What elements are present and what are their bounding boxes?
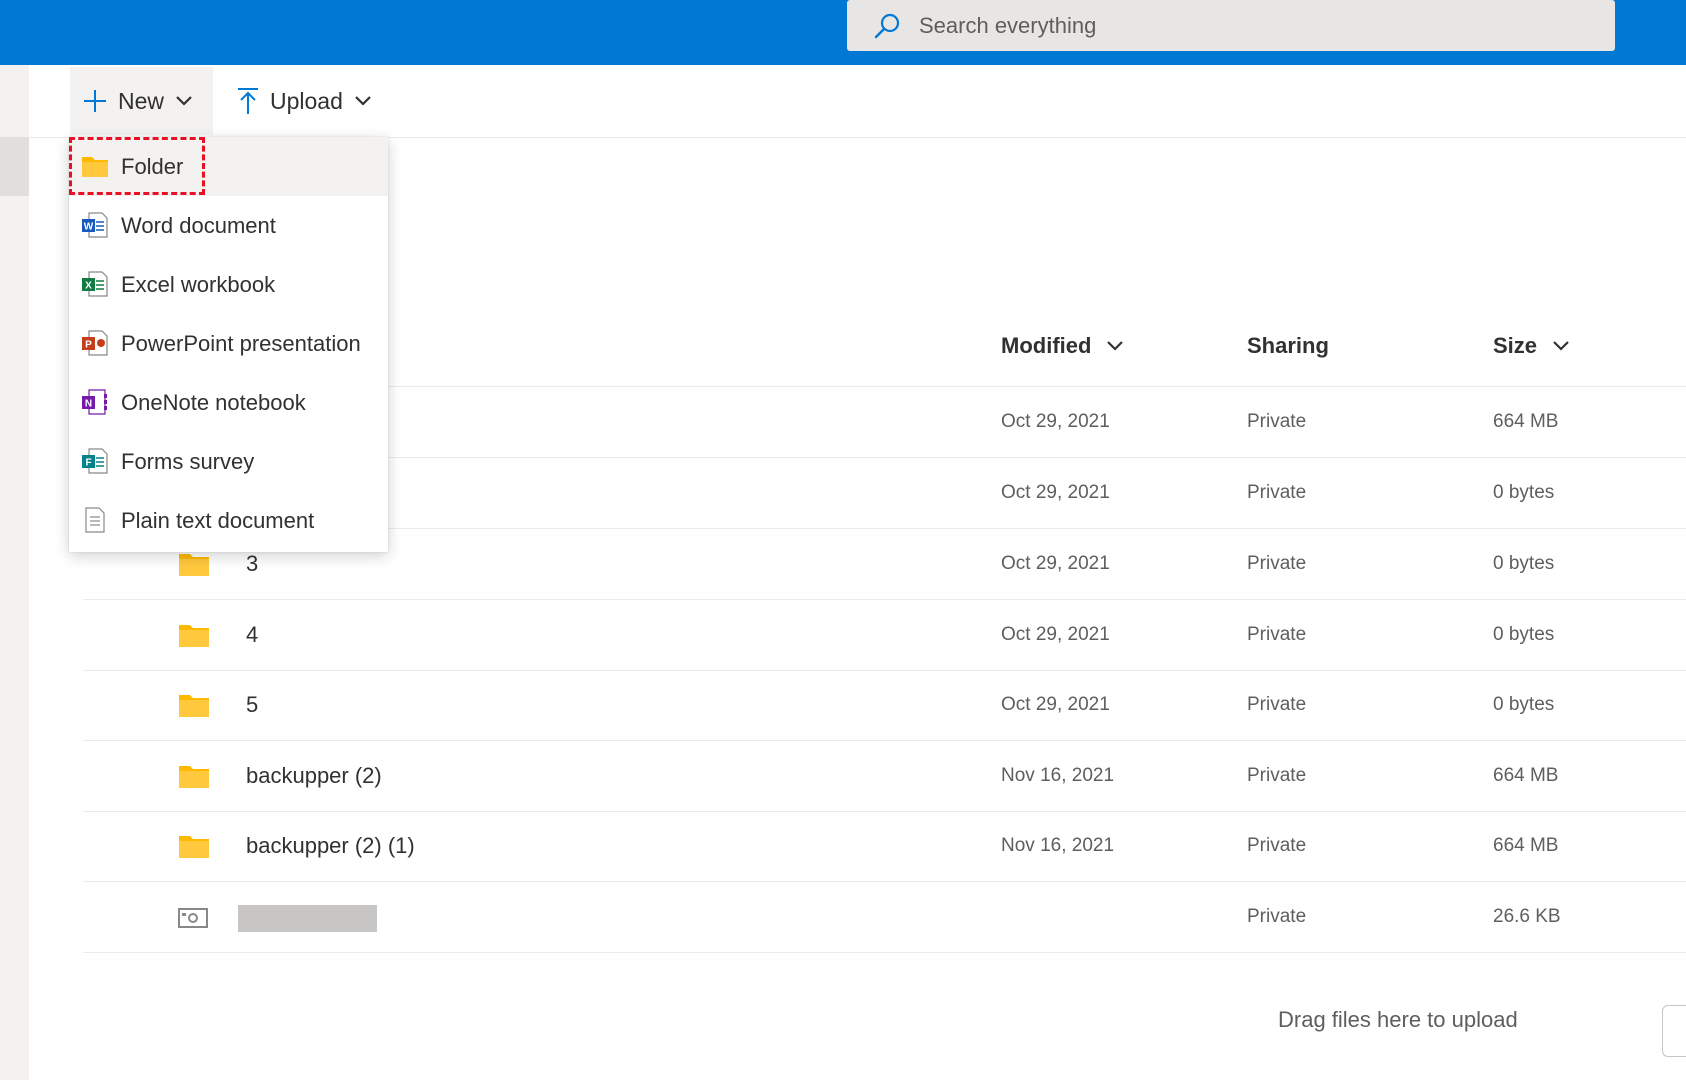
file-sharing[interactable]: Private: [1247, 458, 1306, 528]
file-size: 0 bytes: [1493, 482, 1555, 503]
column-modified-label: Modified: [1001, 333, 1092, 358]
drop-zone-label: Drag files here to upload: [1278, 1007, 1518, 1032]
chevron-down-icon: [1107, 341, 1124, 351]
menu-item-word-document[interactable]: W Word document: [69, 196, 388, 255]
file-modified: Oct 29, 2021: [1001, 694, 1110, 715]
menu-item-label: PowerPoint presentation: [121, 330, 361, 356]
file-name[interactable]: 4: [246, 600, 258, 670]
image-file-icon: [178, 908, 208, 928]
search-placeholder: Search everything: [919, 12, 1097, 38]
folder-icon: [179, 554, 209, 576]
file-size: 664 MB: [1493, 765, 1559, 786]
table-row[interactable]: 4 Oct 29, 2021 Private 0 bytes: [83, 600, 1686, 671]
file-size: 0 bytes: [1493, 553, 1555, 574]
chevron-down-icon: [176, 96, 192, 106]
table-row[interactable]: 5 Oct 29, 2021 Private 0 bytes: [83, 670, 1686, 741]
side-handle[interactable]: [1662, 1005, 1686, 1057]
file-modified: Nov 16, 2021: [1001, 765, 1115, 786]
left-nav-selected[interactable]: [0, 137, 29, 196]
svg-text:F: F: [85, 458, 91, 469]
excel-icon: X: [82, 271, 108, 297]
file-modified: Oct 29, 2021: [1001, 624, 1110, 645]
menu-item-forms-survey[interactable]: F Forms survey: [69, 432, 388, 491]
file-modified: Oct 29, 2021: [1001, 553, 1110, 574]
powerpoint-icon: P: [82, 330, 108, 356]
menu-item-label: Excel workbook: [121, 271, 276, 297]
file-name[interactable]: backupper (2) (1): [246, 811, 415, 881]
search-icon: [874, 13, 900, 38]
file-sharing[interactable]: Private: [1247, 811, 1306, 881]
menu-item-excel-workbook[interactable]: X Excel workbook: [69, 255, 388, 314]
menu-item-label: OneNote notebook: [121, 389, 306, 415]
column-header-modified[interactable]: Modified: [1001, 333, 1125, 359]
plus-icon: [84, 90, 106, 112]
onenote-icon: N: [82, 389, 107, 415]
folder-icon: [179, 836, 209, 858]
svg-text:N: N: [85, 399, 92, 410]
file-sharing[interactable]: Private: [1247, 600, 1306, 670]
menu-item-onenote-notebook[interactable]: N OneNote notebook: [69, 373, 388, 432]
left-nav-rail: [0, 65, 29, 1080]
file-name[interactable]: backupper (2): [246, 741, 382, 811]
new-dropdown-menu: Folder W Word document X Excel workbook: [69, 137, 388, 552]
file-size: 664 MB: [1493, 835, 1559, 856]
file-sharing[interactable]: Private: [1247, 882, 1306, 952]
text-file-icon: [85, 507, 105, 533]
menu-item-label: Word document: [121, 212, 276, 238]
file-sharing[interactable]: Private: [1247, 670, 1306, 740]
upload-button-label: Upload: [270, 87, 343, 114]
search-box[interactable]: Search everything: [847, 0, 1615, 51]
forms-icon: F: [82, 448, 108, 474]
column-header-sharing[interactable]: Sharing: [1247, 333, 1329, 359]
table-row[interactable]: backupper (2) (1) Nov 16, 2021 Private 6…: [83, 811, 1686, 882]
file-sharing[interactable]: Private: [1247, 387, 1306, 457]
menu-item-label: Plain text document: [121, 507, 315, 533]
command-bar: New Upload: [29, 65, 1686, 138]
file-name[interactable]: 5: [246, 670, 258, 740]
column-sharing-label: Sharing: [1247, 333, 1329, 358]
menu-item-powerpoint-presentation[interactable]: P PowerPoint presentation: [69, 314, 388, 373]
upload-icon: [238, 88, 258, 114]
svg-text:W: W: [84, 222, 94, 233]
upload-button[interactable]: Upload: [224, 67, 373, 135]
chevron-down-icon: [1553, 341, 1569, 351]
redacted-file-name: [238, 905, 377, 932]
svg-text:P: P: [85, 340, 92, 351]
file-modified: Nov 16, 2021: [1001, 835, 1115, 856]
table-row[interactable]: Private 26.6 KB: [83, 882, 1686, 953]
file-sharing[interactable]: Private: [1247, 741, 1306, 811]
file-size: 0 bytes: [1493, 624, 1555, 645]
new-button[interactable]: New: [70, 67, 213, 135]
file-size: 0 bytes: [1493, 694, 1555, 715]
file-modified: Oct 29, 2021: [1001, 482, 1110, 503]
file-size: 664 MB: [1493, 411, 1559, 432]
column-size-label: Size: [1493, 333, 1538, 358]
column-header-size[interactable]: Size: [1493, 333, 1571, 359]
new-button-label: New: [118, 87, 165, 114]
word-icon: W: [82, 212, 108, 238]
folder-icon: [179, 625, 209, 647]
svg-text:X: X: [85, 281, 92, 292]
chevron-down-icon: [355, 96, 371, 106]
menu-item-plain-text-document[interactable]: Plain text document: [69, 491, 388, 550]
file-size: 26.6 KB: [1493, 906, 1561, 927]
top-bar: Search everything: [0, 0, 1686, 65]
folder-icon: [179, 766, 209, 788]
table-row[interactable]: backupper (2) Nov 16, 2021 Private 664 M…: [83, 741, 1686, 812]
file-sharing[interactable]: Private: [1247, 529, 1306, 599]
menu-item-label: Forms survey: [121, 448, 255, 474]
folder-icon: [179, 695, 209, 717]
highlight-box: [69, 137, 205, 195]
file-modified: Oct 29, 2021: [1001, 411, 1110, 432]
